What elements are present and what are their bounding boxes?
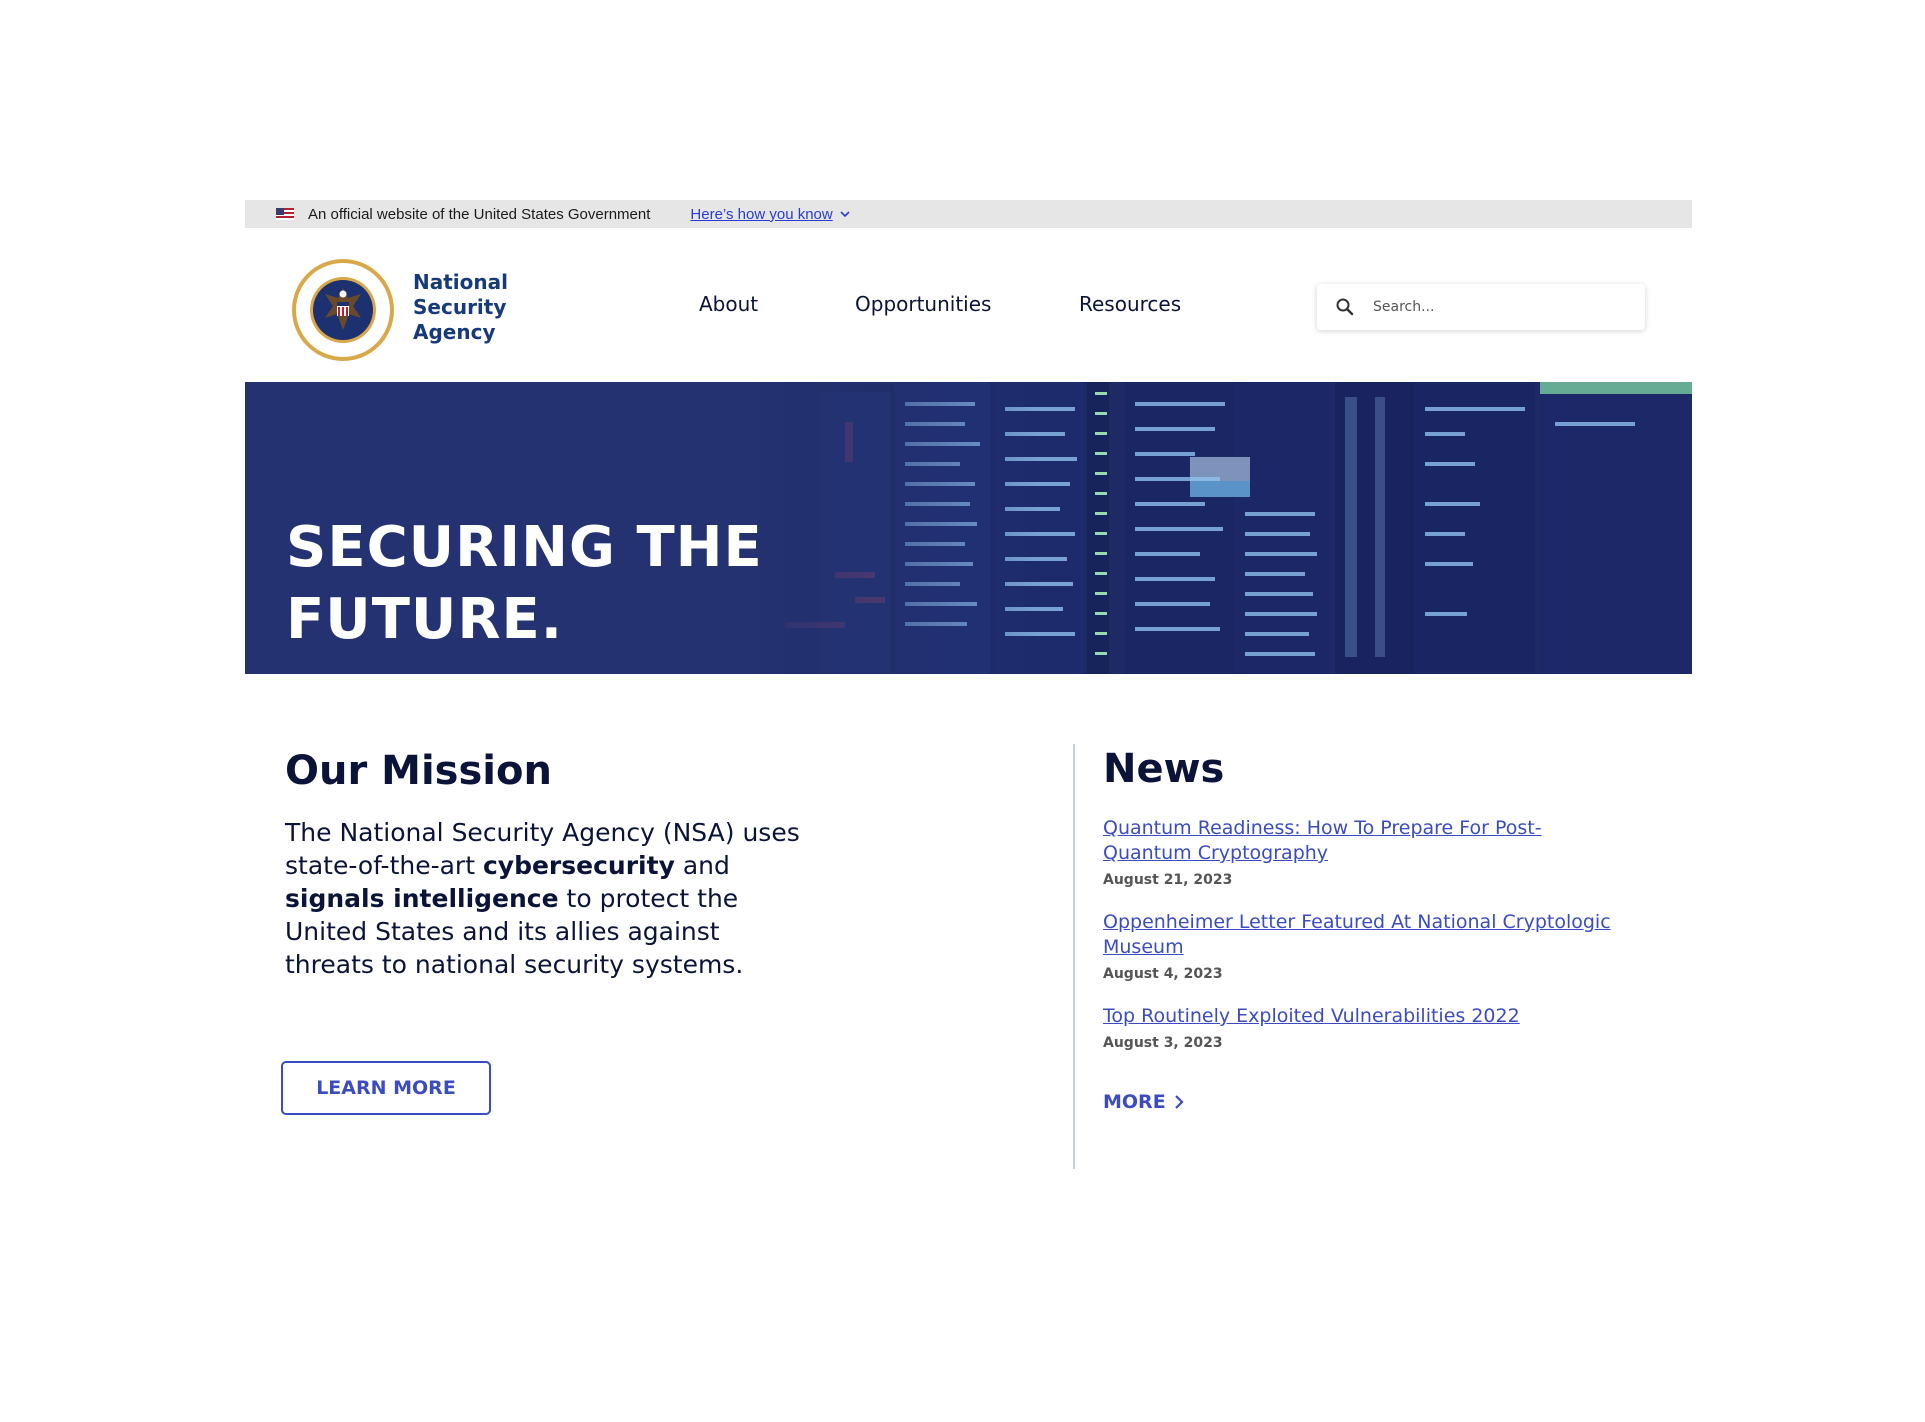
news-link[interactable]: Oppenheimer Letter Featured At National … bbox=[1103, 910, 1623, 960]
us-flag-icon bbox=[276, 208, 294, 220]
heres-how-you-know-label: Here’s how you know bbox=[690, 205, 833, 223]
news-item: Top Routinely Exploited Vulnerabilities … bbox=[1103, 1004, 1663, 1051]
chevron-down-icon bbox=[840, 211, 850, 218]
news-link[interactable]: Quantum Readiness: How To Prepare For Po… bbox=[1103, 816, 1623, 866]
mission-bold-cybersecurity: cybersecurity bbox=[482, 851, 675, 880]
search-icon[interactable] bbox=[1335, 297, 1355, 317]
site-header: National Security Agency About Opportuni… bbox=[245, 228, 1692, 382]
mission-bold-signals-intelligence: signals intelligence bbox=[285, 884, 559, 913]
brand-line-1: National bbox=[413, 270, 508, 294]
search-input[interactable] bbox=[1371, 298, 1625, 316]
hero-title-line-1: SECURING THE bbox=[286, 515, 763, 580]
more-news-link[interactable]: MORE bbox=[1103, 1091, 1184, 1113]
gov-banner: An official website of the United States… bbox=[245, 200, 1692, 228]
nav-opportunities[interactable]: Opportunities bbox=[855, 292, 991, 316]
nsa-seal-logo[interactable] bbox=[291, 258, 395, 362]
page-frame: An official website of the United States… bbox=[245, 200, 1692, 1194]
search-box[interactable] bbox=[1317, 284, 1645, 330]
hero-title-line-2: FUTURE. bbox=[286, 587, 564, 652]
mission-section: Our Mission The National Security Agency… bbox=[285, 748, 805, 981]
heres-how-you-know-link[interactable]: Here’s how you know bbox=[690, 206, 850, 223]
main-content: Our Mission The National Security Agency… bbox=[245, 674, 1692, 1194]
news-section: News Quantum Readiness: How To Prepare F… bbox=[1103, 746, 1663, 1113]
news-item: Quantum Readiness: How To Prepare For Po… bbox=[1103, 816, 1663, 888]
brand-line-2: Security bbox=[413, 295, 507, 319]
nav-about[interactable]: About bbox=[699, 292, 758, 316]
more-news-label: MORE bbox=[1103, 1091, 1166, 1113]
chevron-right-icon bbox=[1174, 1095, 1184, 1109]
news-date: August 3, 2023 bbox=[1103, 1035, 1223, 1051]
section-divider bbox=[1073, 744, 1075, 1169]
hero-banner: SECURING THE FUTURE. bbox=[245, 382, 1692, 674]
news-heading: News bbox=[1103, 746, 1225, 792]
mission-text: The National Security Agency (NSA) uses … bbox=[285, 816, 805, 981]
nav-resources[interactable]: Resources bbox=[1079, 292, 1181, 316]
news-date: August 21, 2023 bbox=[1103, 872, 1233, 888]
hero-title: SECURING THE FUTURE. bbox=[286, 512, 846, 656]
mission-heading: Our Mission bbox=[285, 748, 552, 794]
mission-text-part-2: and bbox=[674, 851, 730, 880]
brand-line-3: Agency bbox=[413, 320, 496, 344]
news-list: Quantum Readiness: How To Prepare For Po… bbox=[1103, 816, 1663, 1051]
learn-more-button[interactable]: LEARN MORE bbox=[281, 1061, 491, 1115]
news-link[interactable]: Top Routinely Exploited Vulnerabilities … bbox=[1103, 1004, 1623, 1029]
gov-banner-text: An official website of the United States… bbox=[308, 205, 651, 223]
news-item: Oppenheimer Letter Featured At National … bbox=[1103, 910, 1663, 982]
brand-name[interactable]: National Security Agency bbox=[413, 270, 533, 345]
news-date: August 4, 2023 bbox=[1103, 966, 1223, 982]
